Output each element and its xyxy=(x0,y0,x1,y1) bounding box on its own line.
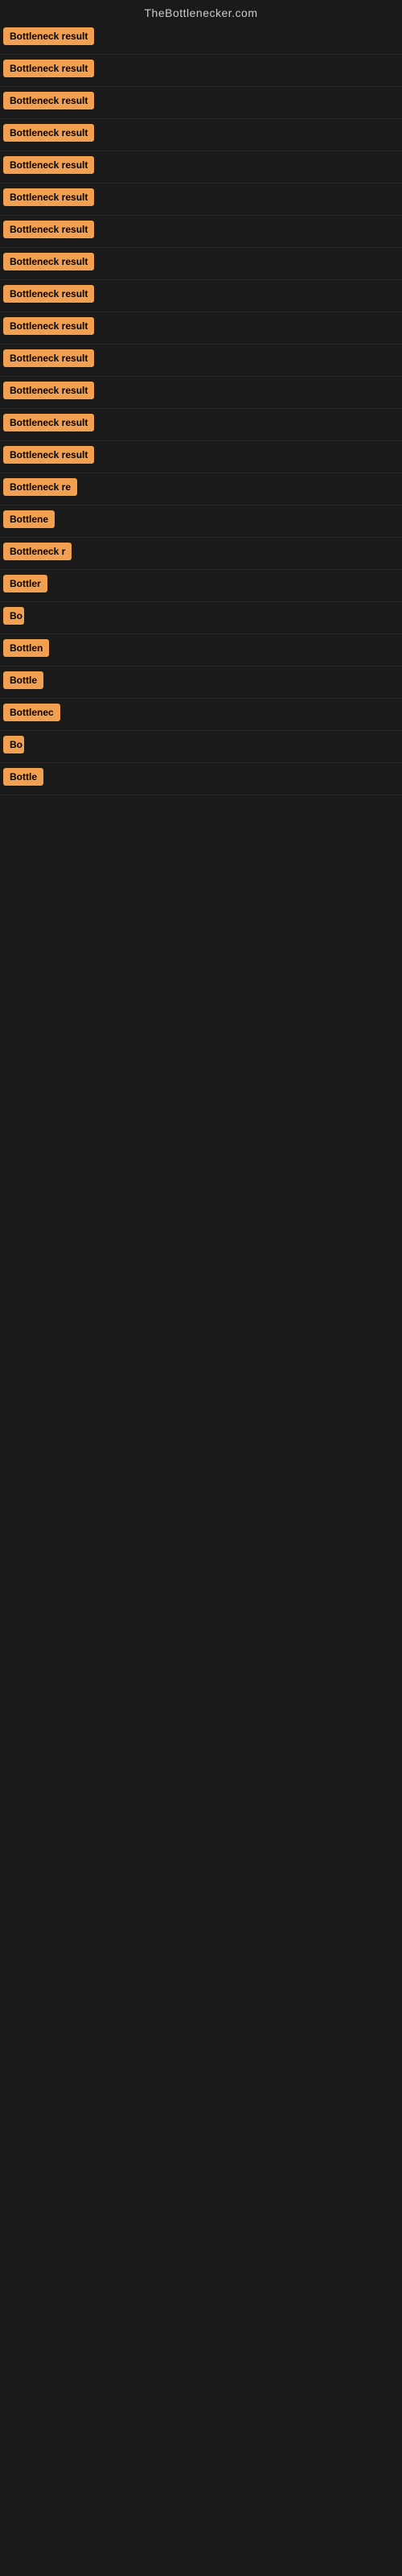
result-row: Bottleneck result xyxy=(0,87,402,119)
bottleneck-badge[interactable]: Bottleneck result xyxy=(3,27,94,45)
bottleneck-badge[interactable]: Bottleneck result xyxy=(3,382,94,399)
result-row: Bottleneck result xyxy=(0,23,402,55)
bottleneck-badge[interactable]: Bo xyxy=(3,736,24,753)
results-list: Bottleneck result Bottleneck result Bottle… xyxy=(0,23,402,795)
bottleneck-badge[interactable]: Bottle xyxy=(3,671,43,689)
bottleneck-badge[interactable]: Bottleneck result xyxy=(3,156,94,174)
bottleneck-badge[interactable]: Bottleneck result xyxy=(3,285,94,303)
bottleneck-badge[interactable]: Bottler xyxy=(3,575,47,592)
result-row: Bo xyxy=(0,731,402,763)
result-row: Bottleneck result xyxy=(0,248,402,280)
result-row: Bottlen xyxy=(0,634,402,667)
result-row: Bottlene xyxy=(0,506,402,538)
result-row: Bottleneck re xyxy=(0,473,402,506)
bottleneck-badge[interactable]: Bottleneck result xyxy=(3,221,94,238)
bottleneck-badge[interactable]: Bottleneck result xyxy=(3,253,94,270)
result-row: Bottlenec xyxy=(0,699,402,731)
result-row: Bottleneck result xyxy=(0,216,402,248)
bottleneck-badge[interactable]: Bottleneck result xyxy=(3,349,94,367)
bottleneck-badge[interactable]: Bottleneck result xyxy=(3,92,94,109)
result-row: Bottleneck result xyxy=(0,312,402,345)
bottleneck-badge[interactable]: Bo xyxy=(3,607,24,625)
bottleneck-badge[interactable]: Bottlene xyxy=(3,510,55,528)
result-row: Bottleneck result xyxy=(0,409,402,441)
bottleneck-badge[interactable]: Bottleneck result xyxy=(3,124,94,142)
page-wrapper: TheBottlenecker.com Bottleneck resultBot… xyxy=(0,0,402,795)
result-row: Bottleneck result xyxy=(0,184,402,216)
result-row: Bottleneck r xyxy=(0,538,402,570)
bottleneck-badge[interactable]: Bottle xyxy=(3,768,43,786)
result-row: Bottle xyxy=(0,763,402,795)
bottleneck-badge[interactable]: Bottleneck result xyxy=(3,414,94,431)
bottleneck-badge[interactable]: Bottleneck re xyxy=(3,478,77,496)
result-row: Bottle xyxy=(0,667,402,699)
result-row: Bottler xyxy=(0,570,402,602)
bottleneck-badge[interactable]: Bottlenec xyxy=(3,704,60,721)
result-row: Bottleneck result xyxy=(0,377,402,409)
bottleneck-badge[interactable]: Bottleneck result xyxy=(3,188,94,206)
bottleneck-badge[interactable]: Bottleneck r xyxy=(3,543,72,560)
result-row: Bottleneck result xyxy=(0,280,402,312)
bottleneck-badge[interactable]: Bottlen xyxy=(3,639,49,657)
result-row: Bottleneck result xyxy=(0,345,402,377)
site-title: TheBottlenecker.com xyxy=(0,0,402,23)
result-row: Bottleneck result xyxy=(0,151,402,184)
bottleneck-badge[interactable]: Bottleneck result xyxy=(3,60,94,77)
result-row: Bo xyxy=(0,602,402,634)
bottleneck-badge[interactable]: Bottleneck result xyxy=(3,446,94,464)
bottleneck-badge[interactable]: Bottleneck result xyxy=(3,317,94,335)
result-row: Bottleneck result xyxy=(0,55,402,87)
result-row: Bottleneck result xyxy=(0,119,402,151)
result-row: Bottleneck result xyxy=(0,441,402,473)
